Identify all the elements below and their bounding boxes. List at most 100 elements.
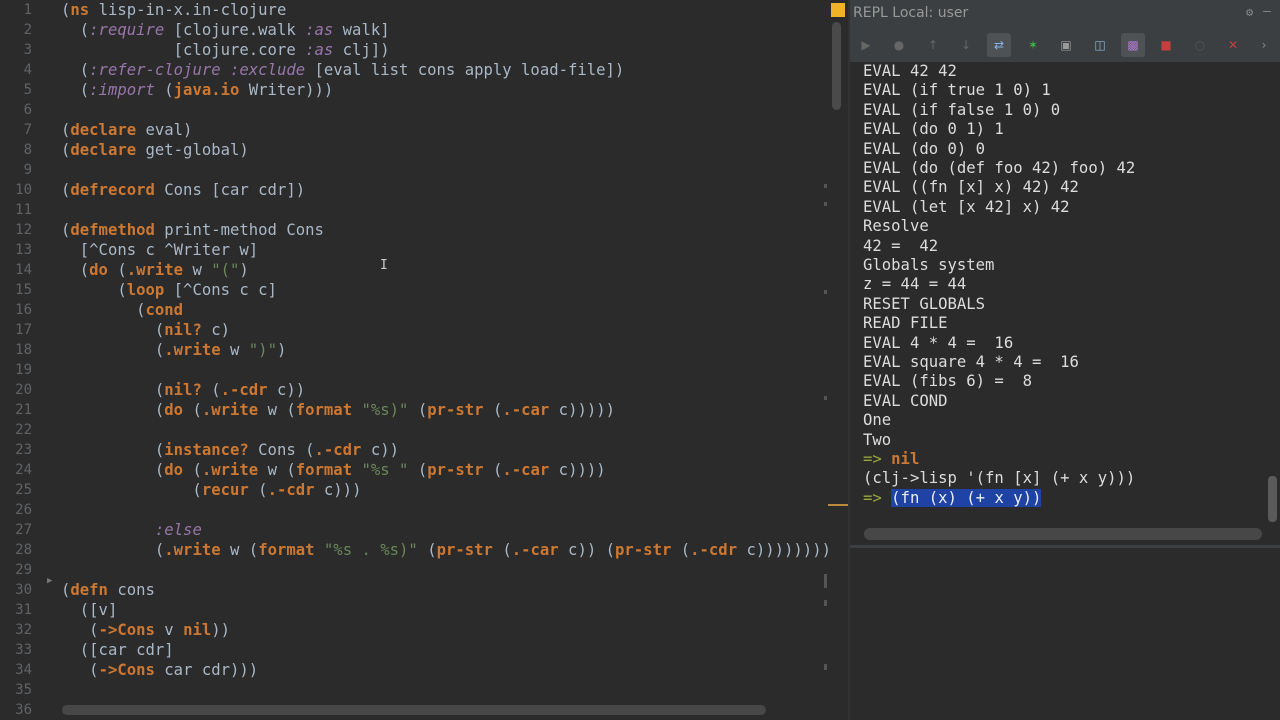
gear-icon[interactable]: ⚙	[1246, 5, 1253, 19]
line-number: 11	[15, 202, 32, 218]
more-icon[interactable]: ›	[1254, 33, 1274, 57]
code-line: (nil? (.-cdr c))	[61, 381, 306, 399]
line-number: 2	[23, 22, 32, 38]
output-line: EVAL (let [x 42] x) 42	[863, 197, 1070, 216]
repl-title: REPL Local: user	[853, 5, 969, 21]
code-line: (do (.write w (format "%s)" (pr-str (.-c…	[61, 401, 616, 419]
output-line: Two	[863, 430, 892, 449]
code-line: (declare get-global)	[61, 141, 249, 159]
line-number: 13	[15, 242, 32, 258]
line-number: 35	[15, 682, 32, 698]
output-line: EVAL (fibs 6) = 8	[863, 372, 1032, 391]
layout-icon[interactable]: ▣	[1054, 33, 1078, 57]
code-line: :else	[154, 521, 202, 539]
code-line: (defn cons	[61, 581, 155, 599]
editor-horizontal-scrollbar[interactable]	[62, 705, 766, 715]
code-line: (declare eval)	[61, 121, 193, 139]
code-line: ([v]	[61, 601, 118, 619]
history-icon[interactable]: ▩	[1121, 33, 1145, 57]
output-line: => nil	[863, 450, 919, 469]
output-line: EVAL COND	[863, 391, 948, 410]
trash-icon[interactable]: ◫	[1088, 33, 1112, 57]
repl-horizontal-scrollbar[interactable]	[864, 528, 1262, 540]
code-editor[interactable]: 1 2 3 4 5 6 7 8 9 10 11 12 13 14 15 16 17 18 19 20 21 22 23 24 2…	[0, 0, 848, 720]
line-number-gutter: 1 2 3 4 5 6 7 8 9 10 11 12 13 14 15 16 17 18 19 20 21 22 23 24 2…	[0, 0, 42, 720]
code-line: (->Cons v nil))	[61, 621, 231, 639]
code-line: [^Cons c ^Writer w]	[61, 241, 259, 259]
output-line: EVAL (do (def foo 42) foo) 42	[863, 159, 1136, 177]
repl-title-bar: REPL Local: user ⚙ —	[850, 0, 1280, 28]
output-line: READ FILE	[863, 314, 948, 333]
repl-panel[interactable]: REPL Local: user ⚙ — ▶ ● ↑ ↓ ⇄ ✶ ▣ ◫ ▩ ■…	[850, 0, 1280, 720]
code-line: (defmethod print-method Cons	[61, 221, 324, 239]
line-number: 6	[23, 102, 32, 118]
code-line: (do (.write w "(")	[61, 261, 249, 279]
stop-icon[interactable]: ■	[1154, 33, 1178, 57]
code-line: (.write w (format "%s . %s)" (pr-str (.-…	[61, 541, 831, 559]
output-line: Globals system	[863, 256, 995, 274]
line-number: 5	[23, 82, 32, 98]
line-number: 15	[15, 282, 32, 298]
nil-result: nil	[891, 450, 920, 468]
output-line: One	[863, 411, 892, 430]
line-number: 24	[15, 462, 32, 478]
line-number: 21	[15, 402, 32, 418]
code-line: (->Cons car cdr)))	[61, 661, 259, 679]
up-arrow-icon[interactable]: ↑	[921, 33, 945, 57]
output-line: EVAL (if true 1 0) 1	[863, 81, 1051, 100]
line-number: 20	[15, 382, 32, 398]
output-line: Resolve	[863, 217, 929, 236]
code-line: (recur (.-cdr c)))	[61, 481, 362, 499]
input-line: (clj->lisp '(fn [x] (+ x y)))	[863, 469, 1135, 488]
warning-marker-icon[interactable]	[831, 3, 845, 17]
repl-input-area[interactable]	[850, 548, 1280, 720]
bug-icon[interactable]: ✶	[1021, 33, 1045, 57]
scroll-marker	[824, 396, 827, 400]
code-line: (:refer-clojure :exclude [eval list cons…	[61, 61, 625, 79]
scroll-marker	[824, 184, 827, 188]
line-number: 25	[15, 482, 32, 498]
code-line: (nil? c)	[61, 321, 231, 339]
output-line: 42 = 42	[863, 236, 939, 255]
selected-result[interactable]: (fn (x) (+ x y))	[891, 488, 1042, 507]
close-icon[interactable]: ✕	[1221, 33, 1245, 57]
line-number: 26	[15, 502, 32, 518]
line-number: 4	[23, 62, 32, 78]
line-number: 9	[23, 162, 32, 178]
line-number: 34	[15, 662, 32, 678]
repl-toolbar: ▶ ● ↑ ↓ ⇄ ✶ ▣ ◫ ▩ ■ ○ ✕ ›	[850, 28, 1280, 63]
code-line: (ns lisp-in-x.in-clojure	[61, 1, 287, 19]
line-number: 12	[15, 222, 32, 238]
line-number: 17	[15, 322, 32, 338]
code-line: [clojure.core :as clj])	[61, 41, 390, 59]
output-line: EVAL 42 42	[863, 62, 957, 80]
fold-arrow-icon[interactable]: ▶	[47, 576, 52, 586]
line-number: 27	[15, 522, 32, 538]
line-number: 28	[15, 542, 32, 558]
line-number: 7	[23, 122, 32, 138]
run-icon[interactable]: ▶	[854, 33, 878, 57]
down-arrow-icon[interactable]: ↓	[954, 33, 978, 57]
code-line: (:require [clojure.walk :as walk]	[61, 21, 390, 39]
pin-icon[interactable]: ○	[1188, 33, 1212, 57]
code-line: (loop [^Cons c c]	[61, 281, 277, 299]
scroll-marker	[824, 664, 827, 670]
soft-wrap-icon[interactable]: ⇄	[987, 33, 1011, 57]
line-number: 22	[15, 422, 32, 438]
minimize-icon[interactable]: —	[1263, 4, 1271, 19]
line-number: 1	[23, 2, 32, 18]
scroll-marker	[824, 574, 827, 588]
code-line: (.write w ")")	[61, 341, 287, 359]
editor-vertical-scrollbar[interactable]	[832, 22, 841, 110]
code-line: ([car cdr]	[61, 641, 174, 659]
caret-position-marker	[828, 504, 848, 506]
repl-vertical-scrollbar[interactable]	[1268, 476, 1277, 522]
line-number: 19	[15, 362, 32, 378]
scroll-marker	[824, 202, 827, 206]
text-cursor-icon: I	[380, 258, 388, 273]
line-number: 14	[15, 262, 32, 278]
stop-circle-icon[interactable]: ●	[887, 33, 911, 57]
prompt-arrow: =>	[863, 450, 882, 468]
code-line: (do (.write w (format "%s " (pr-str (.-c…	[61, 461, 606, 479]
line-number: 31	[15, 602, 32, 618]
